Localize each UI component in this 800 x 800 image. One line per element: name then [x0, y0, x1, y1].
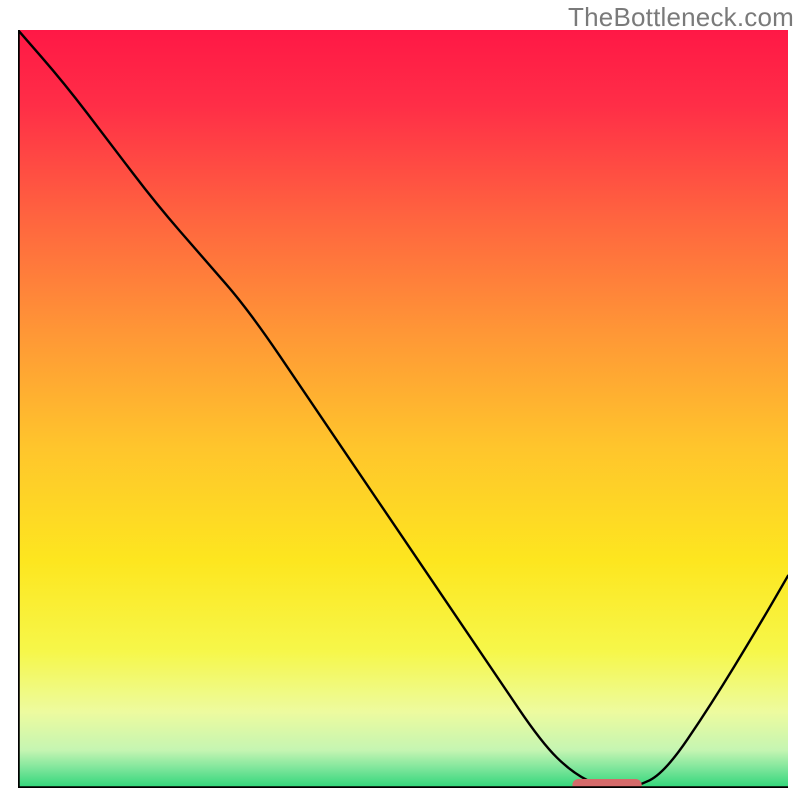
watermark-label: TheBottleneck.com	[568, 2, 794, 33]
chart-container: TheBottleneck.com	[0, 0, 800, 800]
bottleneck-chart	[18, 30, 788, 788]
